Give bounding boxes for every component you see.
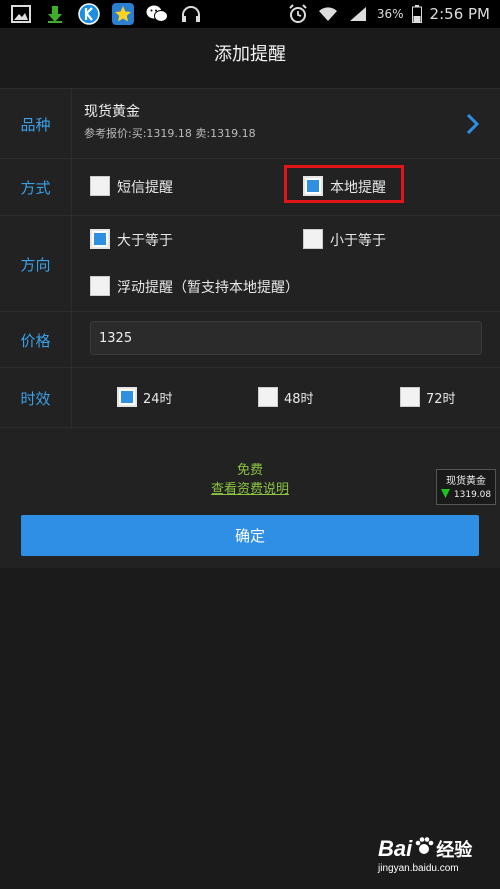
sms-reminder-label[interactable]: 短信提醒 bbox=[117, 177, 173, 197]
watermark-brand2: 经验 bbox=[436, 840, 473, 860]
method-row: 方式 bbox=[0, 158, 500, 216]
direction-row: 方向 bbox=[0, 215, 500, 312]
ticker-name: 现货黄金 bbox=[446, 476, 486, 487]
page-title: 添加提醒 bbox=[214, 44, 286, 65]
validity-label: 时效 bbox=[0, 368, 72, 428]
k-app-icon bbox=[78, 3, 100, 25]
signal-icon bbox=[347, 3, 369, 25]
validity-24h-checkbox[interactable] bbox=[117, 387, 137, 407]
variety-row[interactable]: 品种 现货黄金 参考报价:买:1319.18 卖:1319.18 bbox=[0, 88, 500, 159]
validity-72h-checkbox[interactable] bbox=[400, 387, 420, 407]
validity-24h-label[interactable]: 24时 bbox=[143, 388, 173, 407]
price-label: 价格 bbox=[0, 312, 72, 368]
status-bar: 36% 2:56 PM bbox=[0, 0, 500, 28]
variety-label: 品种 bbox=[0, 89, 72, 159]
price-ticker-widget[interactable]: 现货黄金 1319.08 bbox=[436, 469, 496, 505]
fee-info-link[interactable]: 查看资费说明 bbox=[0, 478, 500, 497]
variety-name: 现货黄金 bbox=[84, 104, 140, 120]
free-label: 免费 bbox=[236, 463, 263, 478]
price-input[interactable] bbox=[90, 321, 482, 355]
direction-label: 方向 bbox=[0, 216, 72, 312]
reference-price: 参考报价:买:1319.18 卖:1319.18 bbox=[84, 127, 256, 140]
greater-equal-label[interactable]: 大于等于 bbox=[117, 230, 173, 250]
battery-icon bbox=[411, 3, 422, 25]
validity-48h-checkbox[interactable] bbox=[258, 387, 278, 407]
confirm-button[interactable]: 确定 bbox=[21, 515, 479, 556]
gallery-icon bbox=[10, 3, 32, 25]
wechat-icon bbox=[146, 3, 168, 25]
watermark-url: jingyan.baidu.com bbox=[378, 863, 459, 874]
less-equal-checkbox[interactable] bbox=[303, 229, 323, 249]
method-label: 方式 bbox=[0, 159, 72, 216]
wifi-icon bbox=[317, 3, 339, 25]
star-app-icon bbox=[112, 3, 134, 25]
headphones-icon bbox=[180, 3, 202, 25]
greater-equal-checkbox[interactable] bbox=[90, 229, 110, 249]
validity-48h-label[interactable]: 48时 bbox=[284, 388, 314, 407]
download-icon bbox=[44, 3, 66, 25]
clock: 2:56 PM bbox=[429, 5, 490, 23]
alarm-icon bbox=[287, 3, 309, 25]
chevron-right-icon[interactable] bbox=[466, 113, 480, 139]
watermark-brand: Bai bbox=[378, 836, 413, 861]
sms-reminder-checkbox[interactable] bbox=[90, 176, 110, 196]
fee-divider bbox=[0, 427, 500, 428]
ticker-value: 1319.08 bbox=[453, 490, 492, 500]
less-equal-label[interactable]: 小于等于 bbox=[330, 230, 386, 250]
baidu-jingyan-watermark: Bai 经验 jingyan.baidu.com bbox=[378, 836, 498, 884]
floating-reminder-checkbox[interactable] bbox=[90, 276, 110, 296]
highlight-box bbox=[284, 165, 404, 203]
down-arrow-icon bbox=[440, 489, 450, 501]
paw-icon bbox=[414, 836, 434, 862]
validity-row: 时效 bbox=[0, 367, 500, 428]
floating-reminder-label[interactable]: 浮动提醒（暂支持本地提醒） bbox=[117, 277, 299, 297]
battery-percent: 36% bbox=[376, 7, 404, 21]
validity-72h-label[interactable]: 72时 bbox=[426, 388, 456, 407]
